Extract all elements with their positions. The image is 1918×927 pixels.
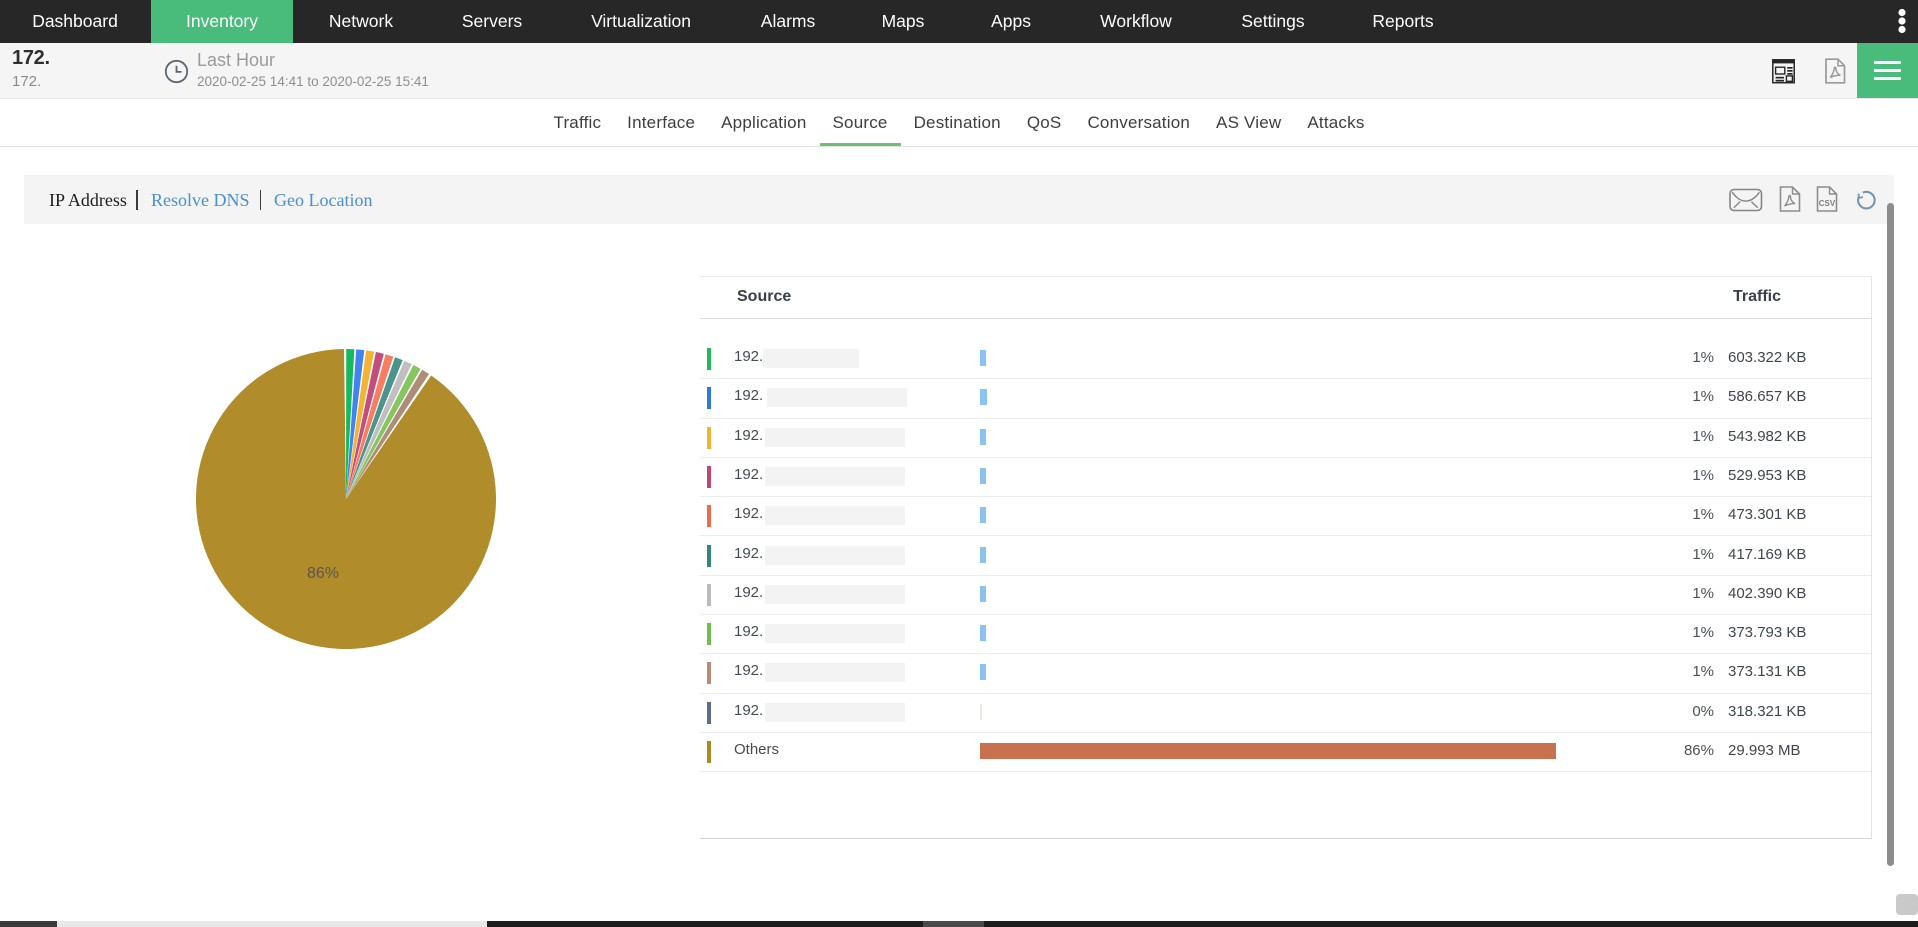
svg-text:CSV: CSV [1819, 199, 1836, 208]
svg-text:86%: 86% [307, 565, 339, 582]
